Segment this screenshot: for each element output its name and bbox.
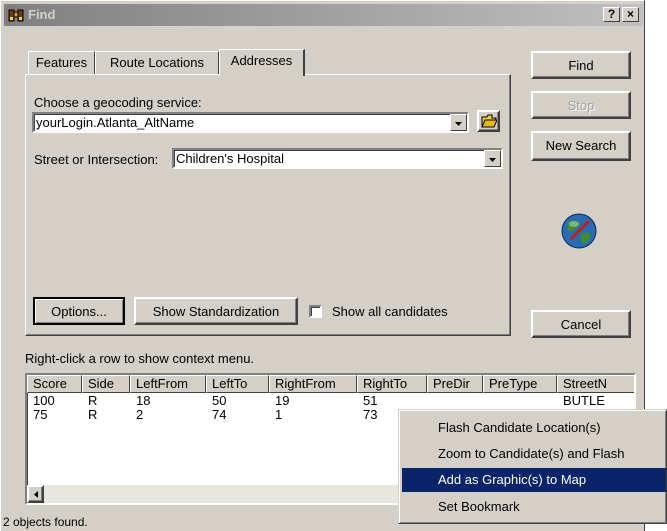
close-button[interactable]: × xyxy=(622,7,639,22)
help-button[interactable]: ? xyxy=(603,7,620,22)
stop-button[interactable]: Stop xyxy=(531,91,631,119)
tab-route-locations[interactable]: Route Locations xyxy=(95,51,219,75)
cancel-button[interactable]: Cancel xyxy=(531,310,631,338)
menu-item-flash-candidate[interactable]: Flash Candidate Location(s) xyxy=(402,416,666,440)
chevron-down-icon xyxy=(455,122,462,126)
globe-icon xyxy=(561,213,597,249)
geocoding-service-value: yourLogin.Atlanta_AltName xyxy=(36,115,195,130)
street-combo[interactable]: Children's Hospital xyxy=(172,148,503,169)
column-header[interactable]: PreType xyxy=(483,375,557,393)
column-header[interactable]: Side xyxy=(82,375,130,393)
new-search-button[interactable]: New Search xyxy=(531,131,631,161)
tab-features[interactable]: Features xyxy=(28,51,95,75)
scroll-left-button[interactable] xyxy=(27,485,44,503)
menu-item-set-bookmark[interactable]: Set Bookmark xyxy=(402,495,666,519)
cell: BUTLE xyxy=(563,394,605,408)
column-header[interactable]: PreDir xyxy=(427,375,483,393)
column-header[interactable]: StreetN xyxy=(557,375,634,393)
open-folder-button[interactable] xyxy=(477,110,500,132)
geocoding-service-combo[interactable]: yourLogin.Atlanta_AltName xyxy=(32,112,469,133)
cell: 1 xyxy=(275,408,283,422)
chevron-left-icon xyxy=(34,491,38,498)
cell: 74 xyxy=(212,408,227,422)
menu-item-zoom-to-candidate[interactable]: Zoom to Candidate(s) and Flash xyxy=(402,442,666,466)
cell: 75 xyxy=(33,408,48,422)
column-header[interactable]: LeftFrom xyxy=(130,375,206,393)
title-bar[interactable]: Find ? × xyxy=(4,4,643,26)
column-header[interactable]: RightFrom xyxy=(269,375,357,393)
chevron-down-icon xyxy=(489,158,496,162)
cell: 19 xyxy=(275,394,290,408)
cell: R xyxy=(88,408,98,422)
cell: R xyxy=(88,394,98,408)
cell: 50 xyxy=(212,394,227,408)
column-header[interactable]: Score xyxy=(27,375,82,393)
status-text: 2 objects found. xyxy=(3,515,88,529)
geocoding-label: Choose a geocoding service: xyxy=(34,95,202,110)
column-header[interactable]: RightTo xyxy=(357,375,427,393)
binoculars-icon xyxy=(8,9,24,22)
cell: 2 xyxy=(136,408,144,422)
addresses-panel: Choose a geocoding service: yourLogin.At… xyxy=(25,74,511,336)
geocoding-dropdown-button[interactable] xyxy=(450,114,467,131)
open-folder-icon xyxy=(481,114,497,128)
show-all-candidates-checkbox[interactable] xyxy=(309,305,322,318)
show-all-candidates-label: Show all candidates xyxy=(332,304,448,319)
find-button[interactable]: Find xyxy=(531,51,631,79)
street-label: Street or Intersection: xyxy=(34,152,159,167)
window-title: Find xyxy=(28,7,56,22)
cell: 100 xyxy=(33,394,55,408)
options-button[interactable]: Options... xyxy=(33,297,125,325)
tab-addresses[interactable]: Addresses xyxy=(219,49,305,76)
context-menu: Flash Candidate Location(s) Zoom to Cand… xyxy=(398,409,667,524)
street-value: Children's Hospital xyxy=(176,151,284,166)
results-header: Score Side LeftFrom LeftTo RightFrom Rig… xyxy=(27,375,634,393)
cell: 73 xyxy=(363,408,378,422)
context-menu-hint: Right-click a row to show context menu. xyxy=(25,351,255,366)
show-standardization-button[interactable]: Show Standardization xyxy=(134,297,298,325)
column-header[interactable]: LeftTo xyxy=(206,375,269,393)
menu-item-add-as-graphic[interactable]: Add as Graphic(s) to Map xyxy=(402,468,666,492)
table-row[interactable]: 100 R 18 50 19 51 BUTLE xyxy=(27,394,634,408)
cell: 51 xyxy=(363,394,378,408)
cell: 18 xyxy=(136,394,151,408)
street-dropdown-button[interactable] xyxy=(484,150,501,167)
